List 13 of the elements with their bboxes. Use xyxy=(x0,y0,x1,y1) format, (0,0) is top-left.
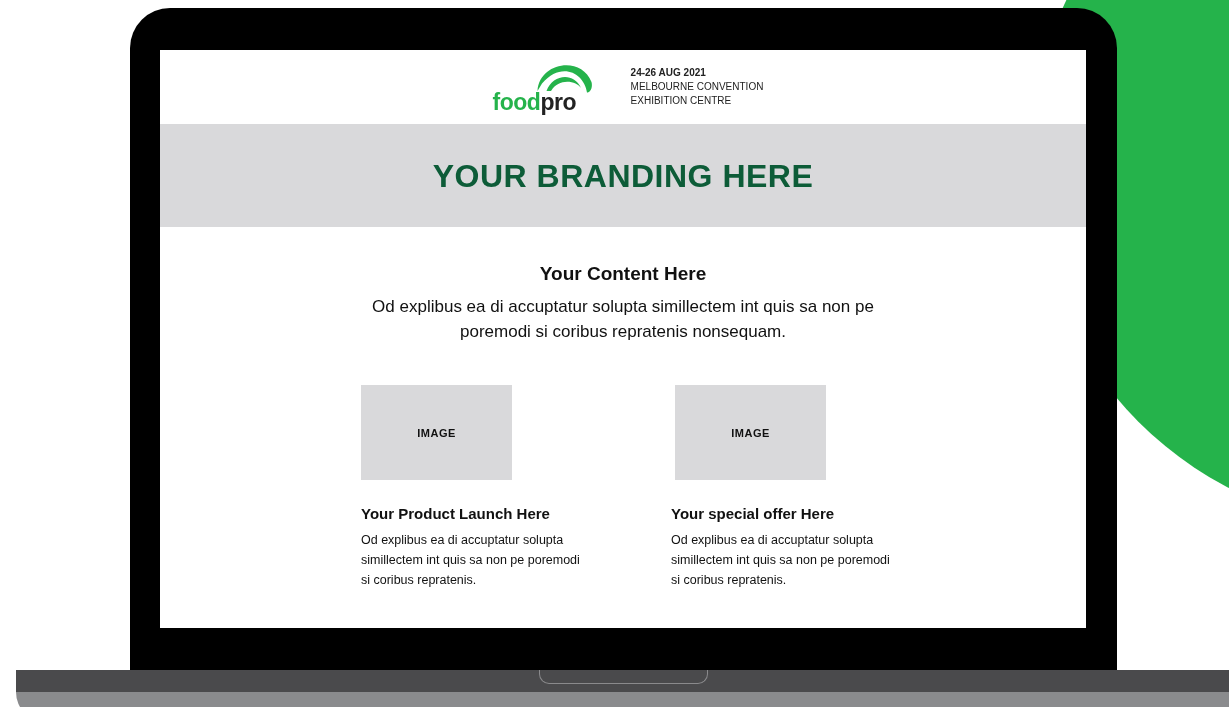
image-label: IMAGE xyxy=(731,426,770,439)
feature-text: Od explibus ea di accuptatur solupta simillectem int quis sa non pe poremodi si coribus repratenis. xyxy=(361,532,581,589)
feature-text: Od explibus ea di accuptatur solupta simillectem int quis sa non pe poremodi si coribus repratenis. xyxy=(671,532,891,589)
venue-line: MELBOURNE CONVENTION xyxy=(630,80,764,94)
content-heading: Your Content Here xyxy=(539,263,707,285)
feature-heading: Your special offer Here xyxy=(671,505,836,522)
venue-line: EXHIBITION CENTRE xyxy=(630,94,733,108)
feature-heading: Your Product Launch Here xyxy=(361,505,551,522)
logo-wordmark: foodpro xyxy=(492,89,576,116)
image-label: IMAGE xyxy=(417,426,456,439)
content-paragraph: Od explibus ea di accuptatur solupta simillectem int quis sa non pe poremodi si coribus repratenis nonsequam. xyxy=(371,296,875,343)
event-dates: 24-26 AUG 2021 xyxy=(630,66,707,80)
banner-title: YOUR BRANDING HERE xyxy=(432,157,814,195)
